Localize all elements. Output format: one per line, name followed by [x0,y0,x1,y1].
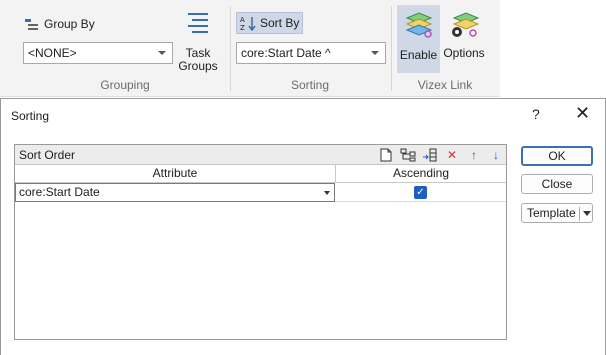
group-by-icon [25,19,38,30]
ok-button[interactable]: OK [521,146,593,166]
ribbon: Group By <NONE> Task Groups Grouping A Z… [0,0,500,97]
delete-icon[interactable]: ✕ [444,147,460,163]
panel-title: Sort Order [19,148,76,162]
enable-label: Enable [399,48,438,62]
svg-text:A: A [240,16,245,24]
sort-by-value: core:Start Date ^ [241,46,331,60]
grouping-group-label: Grouping [100,78,150,92]
dialog-title: Sorting [11,109,50,123]
chevron-down-icon [158,51,166,55]
titlebar: Sorting ? ✕ [1,99,605,133]
task-groups-button[interactable]: Task Groups [175,10,221,73]
task-groups-label-2: Groups [178,59,218,73]
insert-row-icon[interactable] [422,147,438,163]
group-divider [230,6,231,91]
table-row: core:Start Date [15,183,336,202]
sort-az-icon: A Z [240,16,256,31]
sort-order-panel: Sort Order ✕ ↑ ↓ Attribute Ascending cor… [14,144,507,340]
close-button[interactable]: Close [521,174,593,194]
chevron-down-icon[interactable] [583,211,591,216]
attribute-combo[interactable]: core:Start Date [15,183,335,202]
task-groups-icon [188,13,208,33]
svg-text:Z: Z [240,24,245,31]
tree-icon[interactable] [400,147,416,163]
chevron-down-icon [324,191,330,195]
layers-link-icon [405,12,432,38]
split-divider [579,207,580,221]
column-header-attribute[interactable]: Attribute [15,165,336,183]
vizex-group-label: Vizex Link [417,78,473,92]
arrow-down-icon[interactable]: ↓ [488,147,504,163]
sorting-group-label: Sorting [290,78,330,92]
column-header-ascending[interactable]: Ascending [336,165,506,183]
template-label: Template [527,206,576,220]
sort-by-label: Sort By [260,16,300,30]
group-by-value: <NONE> [28,46,77,60]
arrow-up-icon[interactable]: ↑ [466,147,482,163]
sort-by-button[interactable]: A Z Sort By [236,12,304,34]
options-button[interactable]: Options [441,9,487,60]
sort-by-combo[interactable]: core:Start Date ^ [236,42,386,64]
group-by-combo[interactable]: <NONE> [23,42,173,64]
close-icon[interactable]: ✕ [575,103,590,124]
options-label: Options [443,46,485,60]
ascending-checkbox[interactable]: ✓ [414,186,427,199]
ascending-cell: ✓ [336,183,506,202]
sorting-dialog: Sorting ? ✕ Sort Order ✕ ↑ ↓ Attribute A… [0,98,606,355]
group-by-button[interactable]: Group By [24,15,95,33]
group-by-label: Group By [44,17,95,31]
new-document-icon[interactable] [378,147,394,163]
attribute-value: core:Start Date [19,185,100,199]
help-button[interactable]: ? [532,106,540,122]
layers-gear-icon [452,12,479,37]
chevron-down-icon [371,51,379,55]
enable-button[interactable]: Enable [397,5,440,73]
group-divider [391,6,392,91]
panel-header: Sort Order ✕ ↑ ↓ [15,145,506,165]
template-button[interactable]: Template [521,203,593,223]
